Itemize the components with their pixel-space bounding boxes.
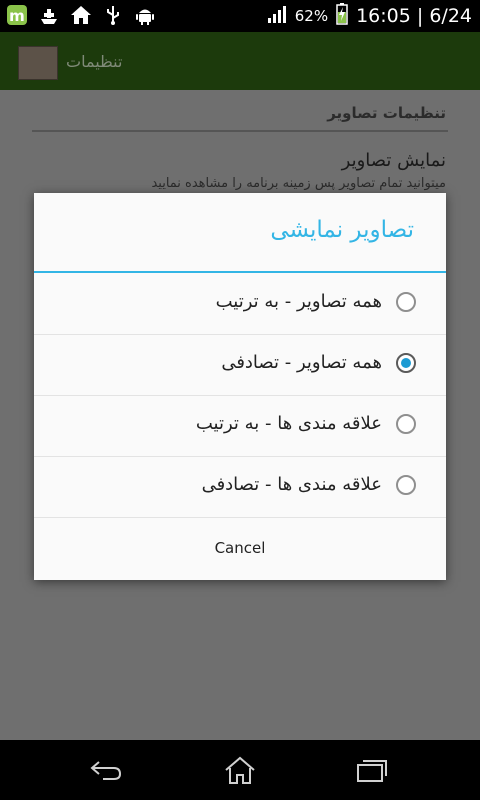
status-right: 62% 16:05 | 6/24 [267, 0, 472, 32]
home-button-icon[interactable] [220, 754, 260, 786]
option-all-ordered[interactable]: همه تصاویر - به ترتیب [34, 273, 446, 335]
pref-title: نمایش تصاویر [341, 150, 446, 171]
option-favorites-random[interactable]: علاقه مندی ها - تصادفی [34, 456, 446, 518]
choice-dialog: تصاویر نمایشی همه تصاویر - به ترتیب همه … [34, 193, 446, 580]
section-divider [32, 130, 448, 132]
status-bar: m 62% 16:05 | 6/24 [0, 0, 480, 32]
app-icon-avatar[interactable] [18, 46, 58, 80]
option-label: علاقه مندی ها - تصادفی [201, 474, 382, 495]
option-all-random[interactable]: همه تصاویر - تصادفی [34, 334, 446, 396]
svg-text:m: m [9, 7, 25, 25]
option-label: همه تصاویر - تصادفی [221, 352, 382, 373]
ship-icon [38, 4, 60, 26]
radio-icon[interactable] [396, 475, 416, 495]
notification-icons: m [6, 4, 156, 26]
battery-icon [336, 2, 348, 30]
radio-dot [401, 358, 411, 368]
option-label: علاقه مندی ها - به ترتیب [195, 413, 382, 434]
back-icon[interactable] [86, 754, 126, 786]
signal-icon [267, 5, 287, 28]
radio-selected-icon[interactable] [396, 353, 416, 373]
usb-icon [102, 4, 124, 26]
navigation-bar [0, 740, 480, 800]
radio-icon[interactable] [396, 414, 416, 434]
section-title: تنظیمات تصاویر [327, 104, 446, 122]
option-label: همه تصاویر - به ترتیب [215, 291, 382, 312]
android-icon [134, 4, 156, 26]
recents-icon[interactable] [352, 754, 392, 786]
app-bar: تنظیمات [0, 32, 480, 90]
battery-percent: 62% [294, 7, 329, 25]
pref-summary: میتوانید تمام تصاویر پس زمینه برنامه را … [151, 176, 446, 191]
home-icon [70, 4, 92, 26]
app-m-icon: m [6, 4, 28, 26]
cancel-button[interactable]: Cancel [34, 517, 446, 579]
dialog-title: تصاویر نمایشی [270, 217, 414, 243]
clock-date: 16:05 | 6/24 [356, 5, 472, 27]
radio-icon[interactable] [396, 292, 416, 312]
app-bar-title: تنظیمات [66, 52, 123, 71]
option-favorites-ordered[interactable]: علاقه مندی ها - به ترتیب [34, 395, 446, 457]
